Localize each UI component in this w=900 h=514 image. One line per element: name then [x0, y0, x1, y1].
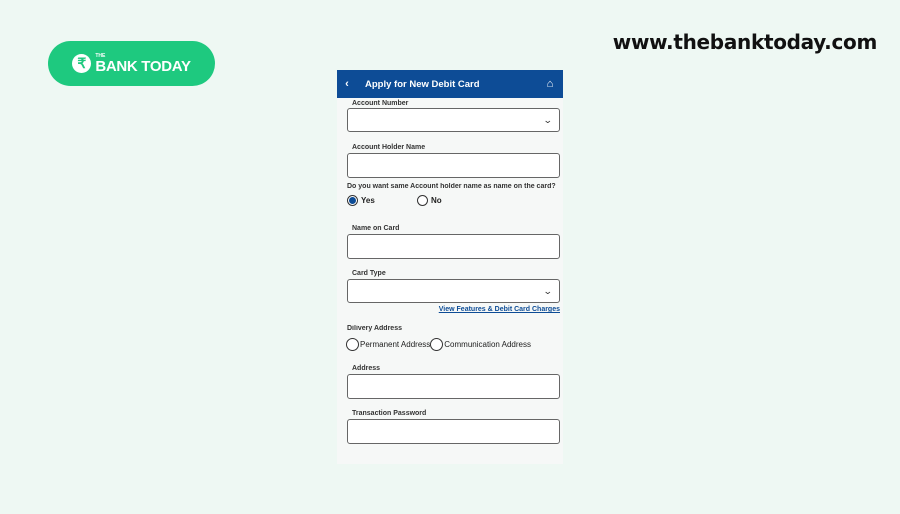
name-on-card-input[interactable]: [347, 234, 560, 259]
chevron-down-icon: ⌄: [543, 285, 554, 296]
rupee-icon: ₹: [72, 54, 92, 73]
transaction-password-input[interactable]: [347, 419, 560, 444]
radio-no[interactable]: [417, 195, 428, 206]
radio-communication-address[interactable]: [430, 338, 444, 351]
radio-no-label: No: [431, 196, 442, 205]
home-icon[interactable]: ⌂: [537, 78, 563, 90]
address-label: Address: [352, 365, 381, 372]
account-number-select[interactable]: ⌄: [347, 108, 560, 132]
brand-logo: ₹ THE BANK TODAY: [48, 41, 215, 86]
view-features-link[interactable]: View Features & Debit Card Charges: [337, 306, 560, 313]
radio-yes-label: Yes: [361, 196, 375, 205]
app-screen: ‹ Apply for New Debit Card ⌂ Account Num…: [337, 70, 563, 464]
address-input[interactable]: [347, 374, 560, 399]
app-header: ‹ Apply for New Debit Card ⌂: [337, 70, 563, 98]
account-number-label: Account Number: [352, 100, 409, 107]
card-type-label: Card Type: [352, 270, 386, 277]
card-type-select[interactable]: ⌄: [347, 279, 560, 303]
chevron-down-icon: ⌄: [543, 114, 554, 125]
delivery-address-label: Dilivery Address: [347, 325, 402, 332]
website-url: www.thebanktoday.com: [612, 30, 878, 54]
chevron-left-icon[interactable]: ‹: [337, 78, 357, 90]
transaction-password-label: Transaction Password: [352, 410, 427, 417]
radio-permanent-address[interactable]: [346, 338, 359, 351]
account-holder-name-label: Account Holder Name: [352, 144, 426, 151]
page-title: Apply for New Debit Card: [365, 78, 480, 90]
radio-permanent-label: Permanent Address: [360, 340, 431, 349]
name-on-card-label: Name on Card: [352, 225, 400, 232]
radio-yes[interactable]: [347, 195, 358, 206]
account-holder-name-input[interactable]: [347, 153, 560, 178]
logo-main-text: BANK TODAY: [95, 57, 191, 75]
radio-communication-label: Communication Address: [444, 340, 531, 349]
same-name-question: Do you want same Account holder name as …: [347, 183, 556, 190]
